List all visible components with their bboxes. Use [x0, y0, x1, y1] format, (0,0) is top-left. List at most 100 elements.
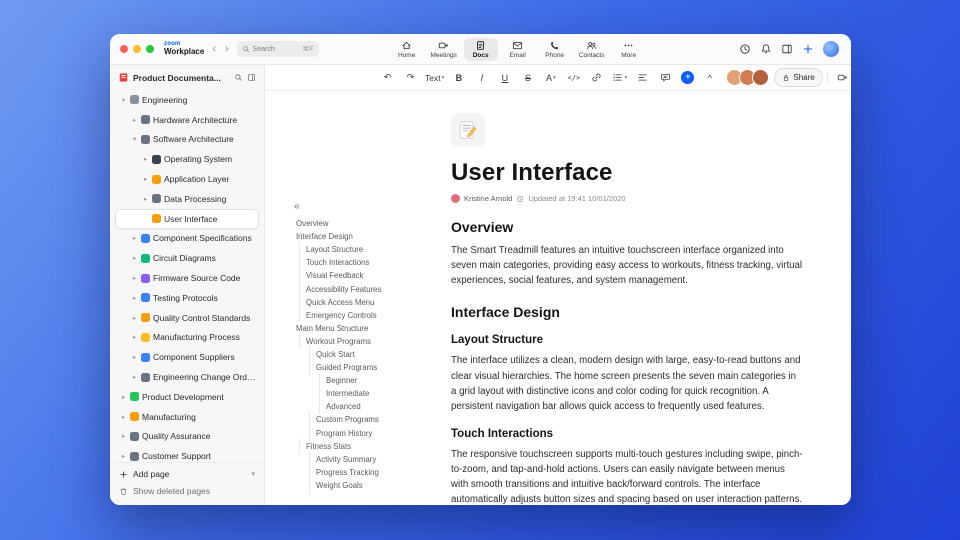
chevron-right-icon[interactable]: ▸	[131, 254, 138, 262]
outline-item-intermediate[interactable]: Intermediate	[296, 386, 441, 402]
chevron-right-icon[interactable]: ▸	[131, 116, 138, 124]
collapse-toolbar-button[interactable]: ^	[699, 69, 720, 86]
comment-button[interactable]	[655, 69, 676, 86]
sidebar-page-firmware-source-code[interactable]: ▸ Firmware Source Code	[115, 268, 259, 288]
chevron-right-icon[interactable]: ▸	[131, 353, 138, 361]
outline-item-guided-programs[interactable]: Guided Programs	[296, 360, 441, 376]
bold-button[interactable]: B	[448, 69, 469, 86]
outline-item-touch-interactions[interactable]: Touch Interactions	[296, 255, 441, 271]
side-panel-icon[interactable]	[781, 43, 793, 55]
outline-item-weight-goals[interactable]: Weight Goals	[296, 477, 441, 494]
share-button[interactable]: Share	[774, 68, 823, 87]
redo-button[interactable]: ↷	[400, 69, 421, 86]
user-avatar[interactable]	[823, 41, 839, 57]
sidebar-page-application-layer[interactable]: ▸ Application Layer	[115, 169, 259, 189]
undo-button[interactable]: ↶	[377, 69, 398, 86]
bulleted-list-button[interactable]: ▾	[609, 69, 630, 86]
sidebar-page-component-specifications[interactable]: ▸ Component Specifications	[115, 229, 259, 249]
text-style-button[interactable]: Text ▾	[423, 69, 446, 86]
sidebar-page-testing-protocols[interactable]: ▸ Testing Protocols	[115, 288, 259, 308]
fullscreen-window-button[interactable]	[146, 45, 154, 53]
chevron-right-icon[interactable]: ▸	[120, 432, 127, 440]
back-button[interactable]: ‹	[211, 43, 217, 55]
chevron-right-icon[interactable]: ▸	[120, 393, 127, 401]
chevron-down-icon[interactable]: ▾	[251, 470, 255, 478]
sidebar-page-circuit-diagrams[interactable]: ▸ Circuit Diagrams	[115, 248, 259, 268]
chevron-right-icon[interactable]: ▸	[131, 294, 138, 302]
sidebar-page-software-architecture[interactable]: ▾ Software Architecture	[115, 130, 259, 150]
chevron-right-icon[interactable]: ▸	[120, 452, 127, 460]
sidebar-page-engineering-change-orders[interactable]: ▸ Engineering Change Orders	[115, 367, 259, 387]
align-button[interactable]	[632, 69, 653, 86]
sidebar-page-product-development[interactable]: ▸ Product Development	[115, 387, 259, 407]
nav-tab-docs[interactable]: Docs	[463, 37, 498, 61]
sidebar-page-component-suppliers[interactable]: ▸ Component Suppliers	[115, 347, 259, 367]
add-page-button[interactable]: Add page ▾	[119, 469, 255, 479]
sidebar-page-manufacturing[interactable]: ▸ Manufacturing	[115, 407, 259, 427]
show-deleted-pages-button[interactable]: Show deleted pages	[119, 486, 255, 496]
collapse-outline-icon[interactable]: «	[294, 201, 441, 212]
doc-emoji-memo-icon[interactable]	[451, 113, 485, 147]
notifications-bell-icon[interactable]	[760, 43, 772, 55]
doc-title[interactable]: User Interface	[451, 159, 821, 187]
chevron-down-icon[interactable]: ▾	[120, 96, 127, 104]
outline-item-emergency-controls[interactable]: Emergency Controls	[296, 307, 441, 323]
chevron-right-icon[interactable]: ▸	[142, 175, 149, 183]
outline-item-activity-summary[interactable]: Activity Summary	[296, 451, 441, 467]
outline-item-overview[interactable]: Overview	[296, 217, 441, 230]
nav-tab-phone[interactable]: Phone	[538, 38, 572, 61]
outline-item-accessibility-features[interactable]: Accessibility Features	[296, 281, 441, 297]
sidebar-page-customer-support[interactable]: ▸ Customer Support	[115, 446, 259, 462]
outline-item-advanced[interactable]: Advanced	[296, 399, 441, 415]
workspace-title[interactable]: Product Documenta...	[133, 73, 230, 83]
chevron-right-icon[interactable]: ▸	[142, 155, 149, 163]
sidebar-page-operating-system[interactable]: ▸ Operating System	[115, 149, 259, 169]
strikethrough-button[interactable]: S	[517, 69, 538, 86]
sidebar-page-manufacturing-process[interactable]: ▸ Manufacturing Process	[115, 328, 259, 348]
outline-item-progress-tracking[interactable]: Progress Tracking	[296, 464, 441, 480]
new-item-plus-icon[interactable]	[802, 43, 814, 55]
outline-item-quick-access-menu[interactable]: Quick Access Menu	[296, 294, 441, 310]
close-window-button[interactable]	[120, 45, 128, 53]
italic-button[interactable]: I	[471, 69, 492, 86]
chevron-right-icon[interactable]: ▸	[131, 314, 138, 322]
document-editor[interactable]: User Interface Kristine Arnold Updated a…	[441, 91, 851, 505]
nav-tab-more[interactable]: More	[612, 38, 646, 61]
sidebar-page-user-interface[interactable]: User Interface	[115, 208, 259, 229]
outline-item-main-menu-structure[interactable]: Main Menu Structure	[296, 322, 441, 335]
start-video-icon[interactable]	[832, 69, 851, 86]
outline-item-interface-design[interactable]: Interface Design	[296, 230, 441, 243]
history-icon[interactable]	[739, 43, 751, 55]
nav-tab-home[interactable]: Home	[390, 38, 424, 61]
minimize-window-button[interactable]	[133, 45, 141, 53]
outline-item-custom-programs[interactable]: Custom Programs	[296, 412, 441, 428]
outline-item-fitness-stats[interactable]: Fitness Stats	[296, 438, 441, 454]
collapse-sidebar-icon[interactable]	[247, 73, 256, 82]
chevron-down-icon[interactable]: ▾	[131, 135, 138, 143]
chevron-right-icon[interactable]: ▸	[131, 234, 138, 242]
chevron-right-icon[interactable]: ▸	[131, 373, 138, 381]
sidebar-page-quality-assurance[interactable]: ▸ Quality Assurance	[115, 427, 259, 447]
sidebar-page-engineering[interactable]: ▾ Engineering	[115, 90, 259, 110]
outline-item-visual-feedback[interactable]: Visual Feedback	[296, 268, 441, 284]
outline-item-program-history[interactable]: Program History	[296, 425, 441, 441]
nav-tab-meetings[interactable]: Meetings	[427, 38, 461, 61]
collaborator-avatar[interactable]	[752, 69, 770, 86]
chevron-right-icon[interactable]: ▸	[142, 195, 149, 203]
outline-item-workout-programs[interactable]: Workout Programs	[296, 333, 441, 350]
link-button[interactable]	[586, 69, 607, 86]
forward-button[interactable]: ›	[224, 43, 230, 55]
insert-button[interactable]: +	[681, 71, 695, 84]
chevron-right-icon[interactable]: ▸	[120, 413, 127, 421]
underline-button[interactable]: U	[494, 69, 515, 86]
text-color-button[interactable]: A ▾	[540, 69, 561, 86]
outline-item-quick-start[interactable]: Quick Start	[296, 346, 441, 363]
outline-item-beginner[interactable]: Beginner	[296, 373, 441, 389]
chevron-right-icon[interactable]: ▸	[131, 274, 138, 282]
chevron-right-icon[interactable]: ▸	[131, 333, 138, 341]
nav-tab-email[interactable]: Email	[501, 38, 535, 61]
sidebar-search-icon[interactable]	[234, 73, 243, 82]
inline-code-button[interactable]: </>	[563, 69, 584, 86]
sidebar-page-quality-control-standards[interactable]: ▸ Quality Control Standards	[115, 308, 259, 328]
global-search-input[interactable]: Search ⌘F	[236, 41, 319, 57]
